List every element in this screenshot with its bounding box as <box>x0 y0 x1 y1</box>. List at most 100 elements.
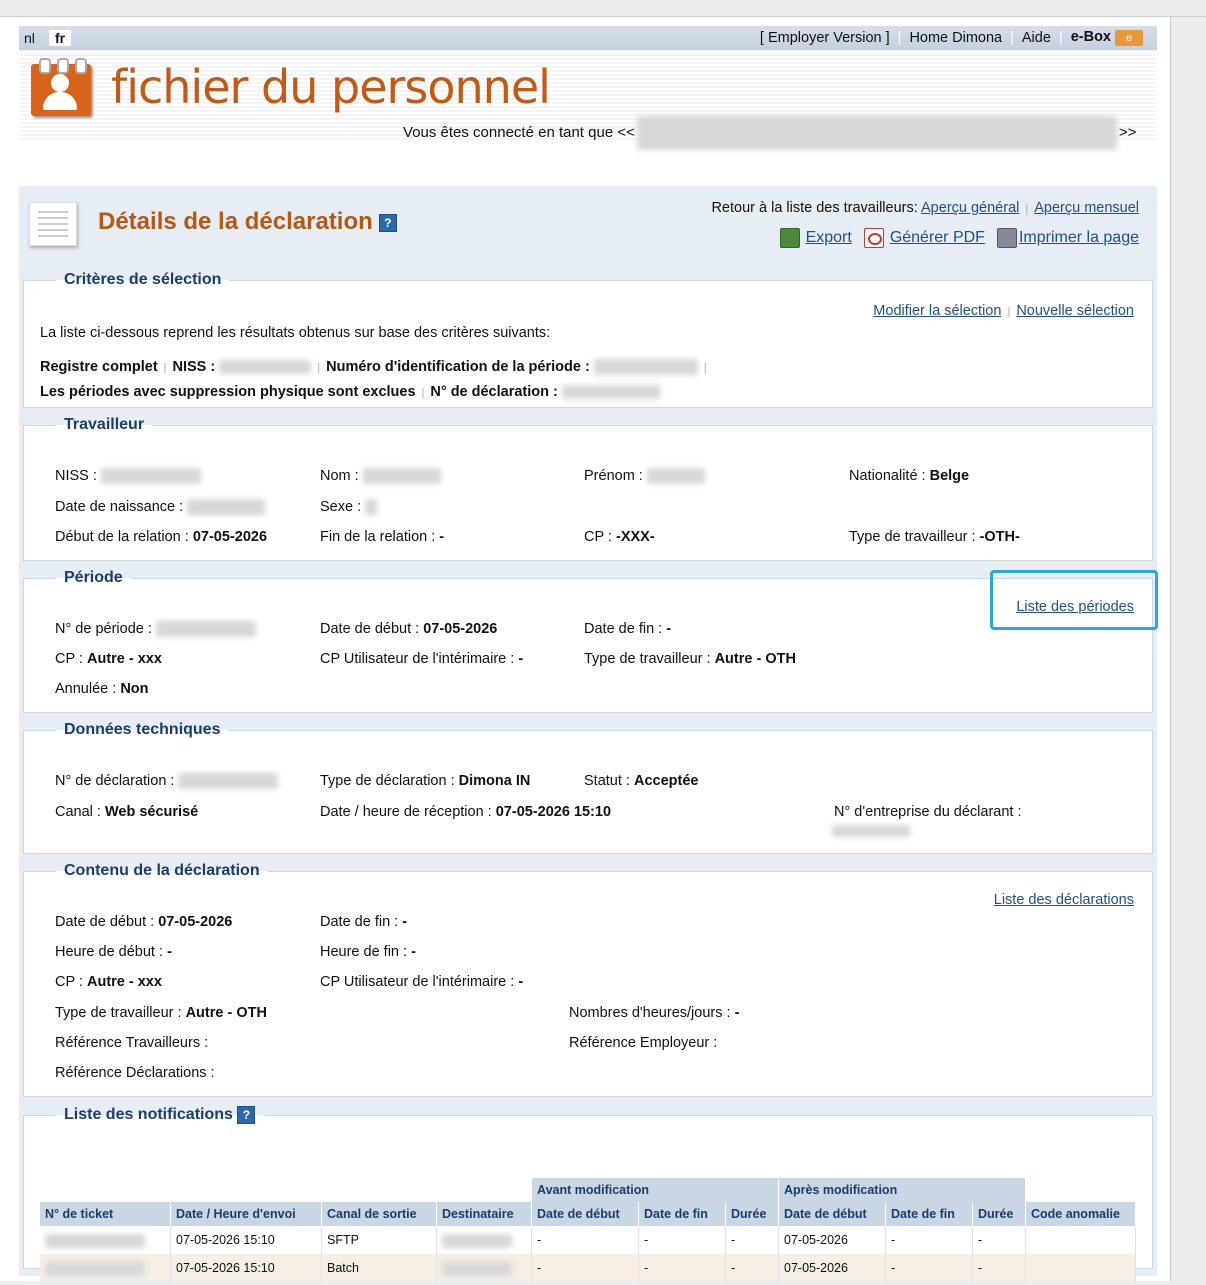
export-action[interactable]: Export <box>779 228 852 248</box>
group-avant-header: Avant modification <box>531 1178 779 1203</box>
redacted-periode-id <box>593 359 698 376</box>
modifier-selection-link[interactable]: Modifier la sélection <box>873 303 1001 319</box>
lang-fr-active: fr <box>49 30 72 46</box>
date-cell: 07-05-2026 15:10 <box>170 1226 322 1255</box>
banner: fichier du personnel Vous êtes connecté … <box>19 50 1157 150</box>
notifications-table: Avant modification Après modification N°… <box>40 1178 1136 1283</box>
pdf-action[interactable]: Générer PDF <box>863 228 985 248</box>
retour-label: Retour à la liste des travailleurs: <box>711 200 918 216</box>
criteres-line-1: Registre complet | NISS : | Numéro d'identi… <box>40 359 707 376</box>
help-icon[interactable]: ? <box>378 214 397 232</box>
cont-heure-fin: Heure de fin : - <box>320 944 416 960</box>
av-debut-cell: - <box>531 1226 639 1255</box>
nouvelle-selection-link[interactable]: Nouvelle sélection <box>1016 303 1134 319</box>
fin-relation-value: - <box>439 529 445 545</box>
ebox-icon: e <box>1115 30 1143 46</box>
print-action[interactable]: Imprimer la page <box>996 228 1139 248</box>
reception-value: 07-05-2026 15:10 <box>495 804 612 820</box>
printer-icon <box>996 228 1017 248</box>
av-debut-cell: - <box>531 1254 639 1283</box>
destinataire-cell <box>436 1226 532 1255</box>
statut-label: Statut : <box>584 773 630 789</box>
trav-prenom-label: Prénom : <box>584 468 643 484</box>
aide-link[interactable]: Aide <box>1016 30 1057 46</box>
retour-links: Retour à la liste des travailleurs: Aper… <box>711 200 1139 216</box>
criteres-intro: La liste ci-dessous reprend les résultat… <box>40 325 551 341</box>
redacted-value <box>646 468 705 485</box>
connected-prefix: Vous êtes connecté en tant que << <box>403 123 635 141</box>
av-duree-cell: - <box>725 1254 779 1283</box>
ap-debut-cell: 07-05-2026 <box>778 1226 886 1255</box>
redacted-value <box>45 1233 145 1248</box>
help-icon[interactable]: ? <box>237 1106 256 1124</box>
tech-entreprise-value <box>832 823 910 839</box>
trav-niss-label: NISS : <box>55 468 97 484</box>
logo-ring <box>39 58 51 74</box>
header-links: [ Employer Version ] | Home Dimona | Aid… <box>754 29 1149 46</box>
cont-cp-util-label: CP Utilisateur de l'intérimaire : <box>320 974 515 990</box>
cont-heure-debut: Heure de début : - <box>55 944 172 960</box>
suppression-label: Les périodes avec suppression physique s… <box>40 384 416 400</box>
cont-debut-label: Date de début : <box>55 914 155 930</box>
type-travailleur-value: -OTH- <box>979 529 1020 545</box>
reception-label: Date / heure de réception : <box>320 804 492 820</box>
page-title: Détails de la déclaration? <box>98 208 397 236</box>
ticket-cell <box>40 1254 171 1283</box>
lang-nl-link[interactable]: nl <box>24 30 35 46</box>
per-num: N° de période : <box>55 621 256 638</box>
apercu-general-link[interactable]: Aperçu général <box>921 200 1019 216</box>
col-ap-duree: Durée <box>972 1202 1026 1227</box>
redacted-value <box>832 825 910 838</box>
per-debut: Date de début : 07-05-2026 <box>320 621 497 637</box>
table-row: 07-05-2026 15:10 Batch - - - 07-05-2026 … <box>40 1254 1136 1283</box>
cont-cp: CP : Autre - xxx <box>55 974 162 990</box>
redacted-declaration <box>561 385 660 400</box>
liste-declarations-link[interactable]: Liste des déclarations <box>994 892 1134 908</box>
cont-ref-trav: Référence Travailleurs : <box>55 1035 209 1051</box>
personnel-logo-icon <box>31 58 91 116</box>
per-type-label: Type de travailleur : <box>584 651 711 667</box>
per-fin-value: - <box>666 621 672 637</box>
separator: | <box>1058 29 1063 46</box>
type-travailleur-label: Type de travailleur : <box>849 529 976 545</box>
canal-cell: Batch <box>321 1254 437 1283</box>
home-dimona-link[interactable]: Home Dimona <box>903 30 1008 46</box>
page-title-text: Détails de la déclaration <box>98 208 373 235</box>
nationalite-label: Nationalité : <box>849 468 926 484</box>
top-strip <box>0 0 1206 17</box>
av-fin-cell: - <box>638 1254 726 1283</box>
imprimer-link[interactable]: Imprimer la page <box>1019 229 1139 247</box>
cont-type: Type de travailleur : Autre - OTH <box>55 1005 267 1021</box>
per-annulee: Annulée : Non <box>55 681 149 697</box>
col-av-debut: Date de début <box>531 1202 639 1227</box>
apercu-mensuel-link[interactable]: Aperçu mensuel <box>1034 200 1139 216</box>
separator: | <box>897 29 902 46</box>
per-type: Type de travailleur : Autre - OTH <box>584 651 796 667</box>
per-cp-util-label: CP Utilisateur de l'intérimaire : <box>320 651 515 667</box>
logo-body <box>43 92 77 110</box>
notifications-legend-text: Liste des notifications <box>64 1106 233 1124</box>
notifications-legend: Liste des notifications ? <box>56 1106 263 1124</box>
av-fin-cell: - <box>638 1226 726 1255</box>
nationalite-value: Belge <box>929 468 970 484</box>
trav-nom-label: Nom : <box>320 468 359 484</box>
annulee-label: Annulée : <box>55 681 117 697</box>
per-debut-value: 07-05-2026 <box>423 621 498 637</box>
logo-ring <box>57 58 69 74</box>
cont-fin-value: - <box>402 914 408 930</box>
col-anomalie: Code anomalie <box>1025 1202 1136 1227</box>
anomalie-cell <box>1025 1254 1136 1283</box>
naissance-label: Date de naissance : <box>55 499 184 515</box>
liste-declarations-wrap: Liste des déclarations <box>994 892 1134 908</box>
per-debut-label: Date de début : <box>320 621 420 637</box>
col-date-envoi: Date / Heure d'envoi <box>170 1202 322 1227</box>
per-cp-label: CP : <box>55 651 83 667</box>
ebox-link[interactable]: e-Box e <box>1065 29 1149 46</box>
export-link[interactable]: Export <box>806 229 852 247</box>
cont-debut: Date de début : 07-05-2026 <box>55 914 232 930</box>
redacted-value <box>155 621 256 638</box>
col-ticket: N° de ticket <box>40 1202 171 1227</box>
generer-pdf-link[interactable]: Générer PDF <box>890 229 985 247</box>
tech-reception: Date / heure de réception : 07-05-2026 1… <box>320 804 611 820</box>
av-duree-cell: - <box>725 1226 779 1255</box>
